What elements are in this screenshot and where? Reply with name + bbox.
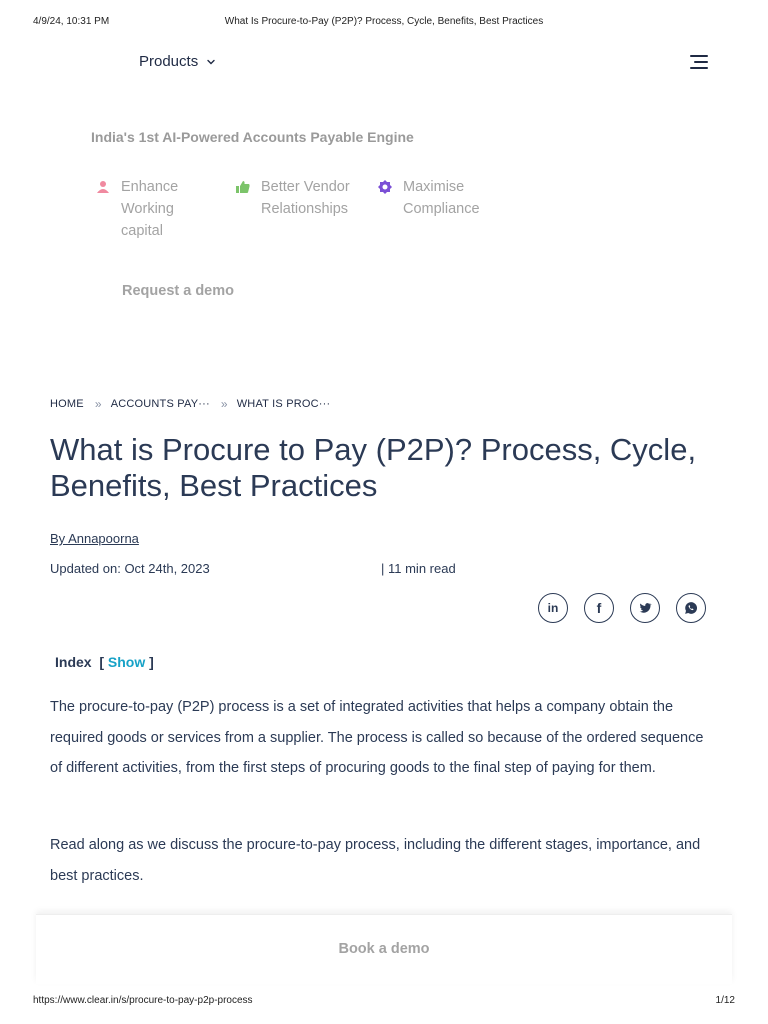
- facebook-icon: f: [596, 600, 602, 616]
- breadcrumb-current-page[interactable]: WHAT IS PROC···: [237, 398, 331, 410]
- book-demo-button[interactable]: Book a demo: [36, 941, 732, 957]
- thumbs-up-icon: [236, 181, 250, 193]
- share-buttons: in f: [538, 593, 706, 623]
- print-doc-title: What Is Procure-to-Pay (P2P)? Process, C…: [224, 16, 544, 27]
- feature-item-compliance: Maximise Compliance: [377, 176, 507, 220]
- print-page-number: 1/12: [715, 995, 735, 1006]
- person-icon: [97, 181, 109, 193]
- feature-label: Maximise Compliance: [403, 179, 480, 217]
- updated-date: Updated on: Oct 24th, 2023: [50, 561, 210, 576]
- linkedin-icon: in: [547, 601, 559, 615]
- article-paragraph: The procure-to-pay (P2P) process is a se…: [50, 699, 704, 776]
- facebook-share-button[interactable]: f: [584, 593, 614, 623]
- whatsapp-icon: [685, 602, 698, 614]
- linkedin-share-button[interactable]: in: [538, 593, 568, 623]
- promo-title: India's 1st AI-Powered Accounts Payable …: [91, 129, 414, 145]
- index-show-link[interactable]: Show: [108, 654, 145, 670]
- breadcrumb: HOME » ACCOUNTS PAY··· » WHAT IS PROC···: [50, 397, 330, 411]
- badge-icon: [378, 180, 392, 194]
- breadcrumb-accounts-payable[interactable]: ACCOUNTS PAY···: [111, 398, 210, 410]
- index-bracket-open: [: [99, 654, 105, 670]
- twitter-icon: [639, 603, 652, 613]
- products-menu-button[interactable]: Products: [139, 53, 216, 70]
- print-url: https://www.clear.in/s/procure-to-pay-p2…: [33, 995, 253, 1006]
- read-time: | 11 min read: [381, 561, 456, 576]
- article-paragraph: Read along as we discuss the procure-to-…: [50, 837, 701, 884]
- feature-item-vendor-relationships: Better Vendor Relationships: [235, 176, 375, 220]
- sticky-bottom-bar: Book a demo: [36, 914, 732, 984]
- twitter-share-button[interactable]: [630, 593, 660, 623]
- feature-label: Better Vendor Relationships: [261, 179, 350, 217]
- top-navigation: Products: [0, 50, 768, 76]
- breadcrumb-separator: »: [220, 397, 228, 411]
- index-bracket-close: ]: [149, 654, 154, 670]
- breadcrumb-home[interactable]: HOME: [50, 398, 84, 410]
- hamburger-menu-icon[interactable]: [690, 54, 710, 70]
- feature-item-working-capital: Enhance Working capital: [95, 176, 215, 242]
- request-demo-button[interactable]: Request a demo: [122, 283, 234, 299]
- index-label: Index: [55, 654, 92, 670]
- print-header: 4/9/24, 10:31 PM What Is Procure-to-Pay …: [33, 16, 735, 30]
- feature-label: Enhance Working capital: [121, 179, 179, 239]
- author-link[interactable]: By Annapoorna: [50, 531, 139, 546]
- chevron-down-icon: [207, 59, 215, 64]
- whatsapp-share-button[interactable]: [676, 593, 706, 623]
- products-label: Products: [139, 53, 199, 70]
- table-of-contents-toggle: Index [ Show ]: [55, 654, 154, 670]
- article-title: What is Procure to Pay (P2P)? Process, C…: [50, 432, 697, 503]
- breadcrumb-separator: »: [94, 397, 102, 411]
